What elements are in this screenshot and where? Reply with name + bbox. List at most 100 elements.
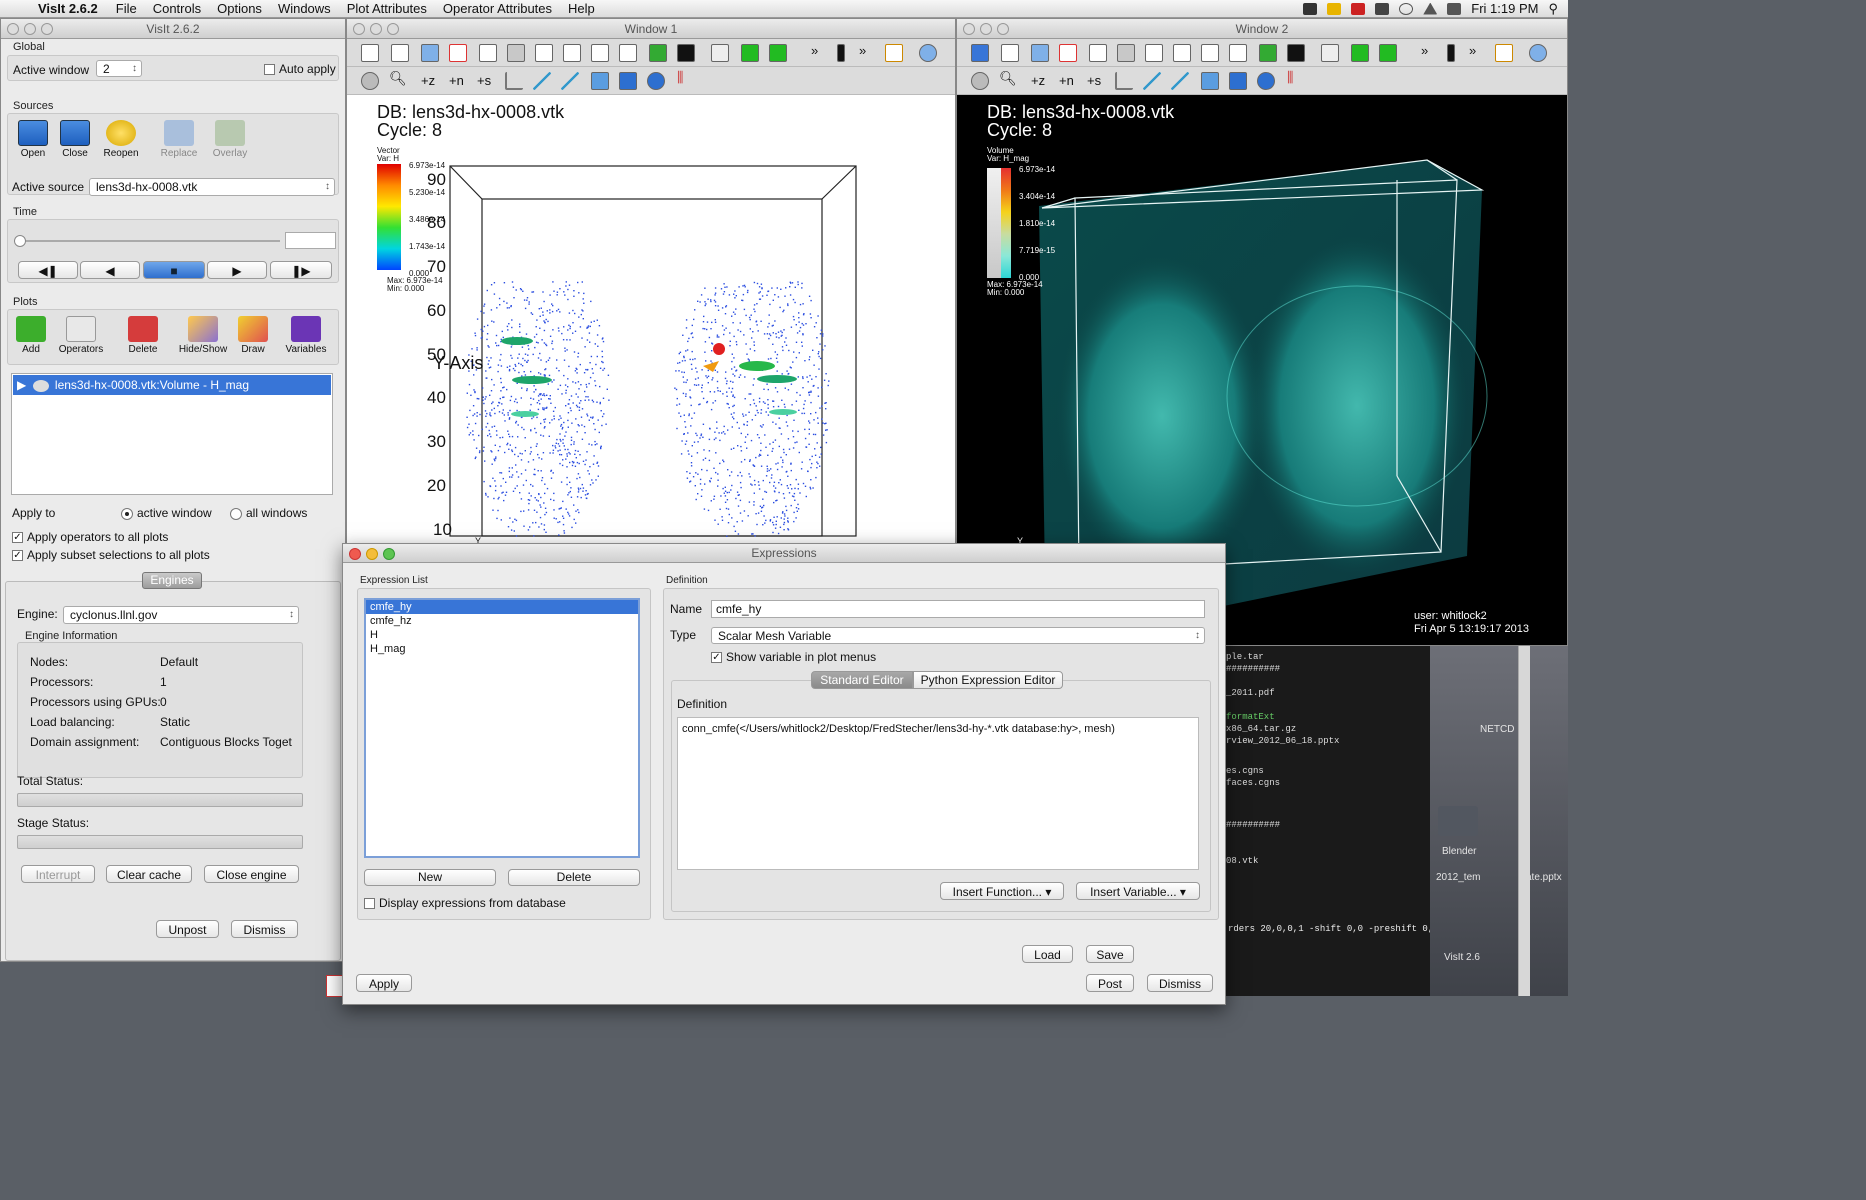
toolbar-more2-icon[interactable]: » — [859, 43, 866, 58]
close-engine-button[interactable]: Close engine — [204, 865, 299, 883]
axis-tool-icon[interactable]: ⫼ — [1287, 69, 1305, 87]
desktop-item[interactable]: NETCD — [1480, 724, 1514, 735]
navigate-icon[interactable] — [971, 72, 989, 90]
toolbar-more-icon[interactable]: » — [1421, 43, 1428, 58]
toolbar-layout4-icon[interactable] — [535, 44, 553, 62]
toolbar-lock-view-icon[interactable] — [1351, 44, 1369, 62]
line-tool-icon[interactable] — [533, 72, 551, 90]
zone-pick-icon[interactable]: +z — [421, 73, 435, 88]
minimize-dot[interactable] — [370, 23, 382, 35]
expression-list[interactable]: cmfe_hy cmfe_hz H H_mag — [364, 598, 640, 858]
show-variable-checkbox[interactable]: ✓ Show variable in plot menus — [711, 650, 876, 664]
minimize-dot[interactable] — [366, 548, 378, 560]
toolbar-annotation-icon[interactable] — [1495, 44, 1513, 62]
sphere-tool-icon[interactable] — [647, 72, 665, 90]
time-slider-track[interactable] — [14, 240, 280, 242]
app-menu[interactable]: VisIt 2.6.2 — [34, 1, 108, 16]
toolbar-layout1-icon[interactable] — [479, 44, 497, 62]
plot-list-item[interactable]: ▶ lens3d-hx-0008.vtk:Volume - H_mag — [13, 375, 331, 395]
navigate-icon[interactable] — [361, 72, 379, 90]
folder-icon[interactable] — [1438, 806, 1478, 836]
delete-expression-button[interactable]: Delete — [508, 869, 640, 886]
menu-controls[interactable]: Controls — [145, 1, 209, 16]
interrupt-button[interactable]: Interrupt — [21, 865, 95, 883]
menu-operator-attributes[interactable]: Operator Attributes — [435, 1, 560, 16]
box-tool-icon[interactable] — [619, 72, 637, 90]
toolbar-window-icon[interactable] — [971, 44, 989, 62]
toolbar-lock-time-icon[interactable] — [1379, 44, 1397, 62]
desktop-item[interactable]: Blender — [1442, 846, 1476, 857]
toolbar-prev-frame-icon[interactable] — [837, 44, 845, 62]
lineout-icon[interactable] — [505, 72, 523, 90]
eject-icon[interactable] — [1423, 2, 1438, 15]
active-window-spinbox[interactable]: 2 — [96, 60, 142, 77]
desktop-item[interactable]: VisIt 2.6 — [1444, 952, 1480, 963]
stop-button[interactable]: ■ — [143, 261, 205, 279]
desktop-item[interactable]: ate.pptx — [1526, 872, 1562, 883]
eye-icon[interactable] — [32, 379, 49, 392]
type-combo[interactable]: Scalar Mesh Variable — [711, 627, 1205, 644]
toolbar-light-icon[interactable] — [919, 44, 937, 62]
tab-python-editor[interactable]: Python Expression Editor — [913, 671, 1063, 689]
toolbar-lock-view-icon[interactable] — [741, 44, 759, 62]
expression-item[interactable]: H — [366, 628, 638, 642]
menu-plot-attributes[interactable]: Plot Attributes — [339, 1, 435, 16]
step-forward-button[interactable]: ❚▶ — [270, 261, 332, 279]
toolbar-light-icon[interactable] — [1529, 44, 1547, 62]
spotlight-icon[interactable]: ⚲ — [1548, 1, 1558, 17]
node-pick-icon[interactable]: +n — [449, 73, 464, 88]
zoom-icon[interactable]: 🔍︎ — [389, 70, 407, 88]
save-button[interactable]: Save — [1086, 945, 1134, 963]
zoom-dot[interactable] — [387, 23, 399, 35]
toolbar-layout8-icon[interactable] — [1201, 44, 1219, 62]
toolbar-more-icon[interactable]: » — [811, 43, 818, 58]
toolbar-lock-time-icon[interactable] — [769, 44, 787, 62]
toolbar-3d-icon[interactable] — [711, 44, 729, 62]
zoom-icon[interactable]: 🔍︎ — [999, 70, 1017, 88]
definition-textarea[interactable]: conn_cmfe(</Users/whitlock2/Desktop/Fred… — [677, 717, 1199, 870]
toolbar-window-icon[interactable] — [361, 44, 379, 62]
spreadsheet-pick-icon[interactable]: +s — [1087, 73, 1101, 88]
toolbar-copy-icon[interactable] — [1031, 44, 1049, 62]
toolbar-3d-icon[interactable] — [1321, 44, 1339, 62]
minimize-dot[interactable] — [980, 23, 992, 35]
toolbar-copy-icon[interactable] — [421, 44, 439, 62]
new-expression-button[interactable]: New — [364, 869, 496, 886]
play-button[interactable]: ▶ — [207, 261, 267, 279]
spreadsheet-pick-icon[interactable]: +s — [477, 73, 491, 88]
toolbar-prev-frame-icon[interactable] — [1447, 44, 1455, 62]
close-dot[interactable] — [963, 23, 975, 35]
toolbar-layout6-icon[interactable] — [1173, 44, 1191, 62]
close-button[interactable]: Close — [52, 120, 98, 159]
play-back-button[interactable]: ◀ — [80, 261, 140, 279]
expression-item[interactable]: cmfe_hy — [366, 600, 638, 614]
terminal-scrollbar[interactable] — [1518, 646, 1530, 996]
replace-button[interactable]: Replace — [156, 120, 202, 159]
toolbar-clear-icon[interactable] — [449, 44, 467, 62]
toolbar-more2-icon[interactable]: » — [1469, 43, 1476, 58]
axis-tool-icon[interactable]: ⫼ — [677, 69, 695, 87]
expand-arrow-icon[interactable]: ▶ — [17, 378, 26, 392]
toolbar-lineout-icon[interactable] — [1287, 44, 1305, 62]
toolbar-layout4-icon[interactable] — [1145, 44, 1163, 62]
plot-list[interactable]: ▶ lens3d-hx-0008.vtk:Volume - H_mag — [11, 373, 333, 495]
active-source-combo[interactable]: lens3d-hx-0008.vtk — [89, 178, 335, 196]
toolbar-pick-icon[interactable] — [1259, 44, 1277, 62]
minimize-dot[interactable] — [24, 23, 36, 35]
toolbar-layout8-icon[interactable] — [591, 44, 609, 62]
toolbar-annotation-icon[interactable] — [885, 44, 903, 62]
toolbar-clear-icon[interactable] — [1059, 44, 1077, 62]
ruler-icon[interactable] — [1171, 72, 1189, 90]
toolbar-layout9-icon[interactable] — [1229, 44, 1247, 62]
check-icon[interactable] — [1327, 2, 1342, 15]
overlay-button[interactable]: Overlay — [207, 120, 253, 159]
lineout-icon[interactable] — [1115, 72, 1133, 90]
line-tool-icon[interactable] — [1143, 72, 1161, 90]
delete-plot-button[interactable]: Delete — [120, 316, 166, 355]
expression-item[interactable]: cmfe_hz — [366, 614, 638, 628]
zoom-dot[interactable] — [383, 548, 395, 560]
tool-icon[interactable] — [1351, 2, 1366, 15]
reopen-button[interactable]: Reopen — [98, 120, 144, 159]
x-icon[interactable] — [1375, 2, 1390, 15]
zoom-dot[interactable] — [41, 23, 53, 35]
